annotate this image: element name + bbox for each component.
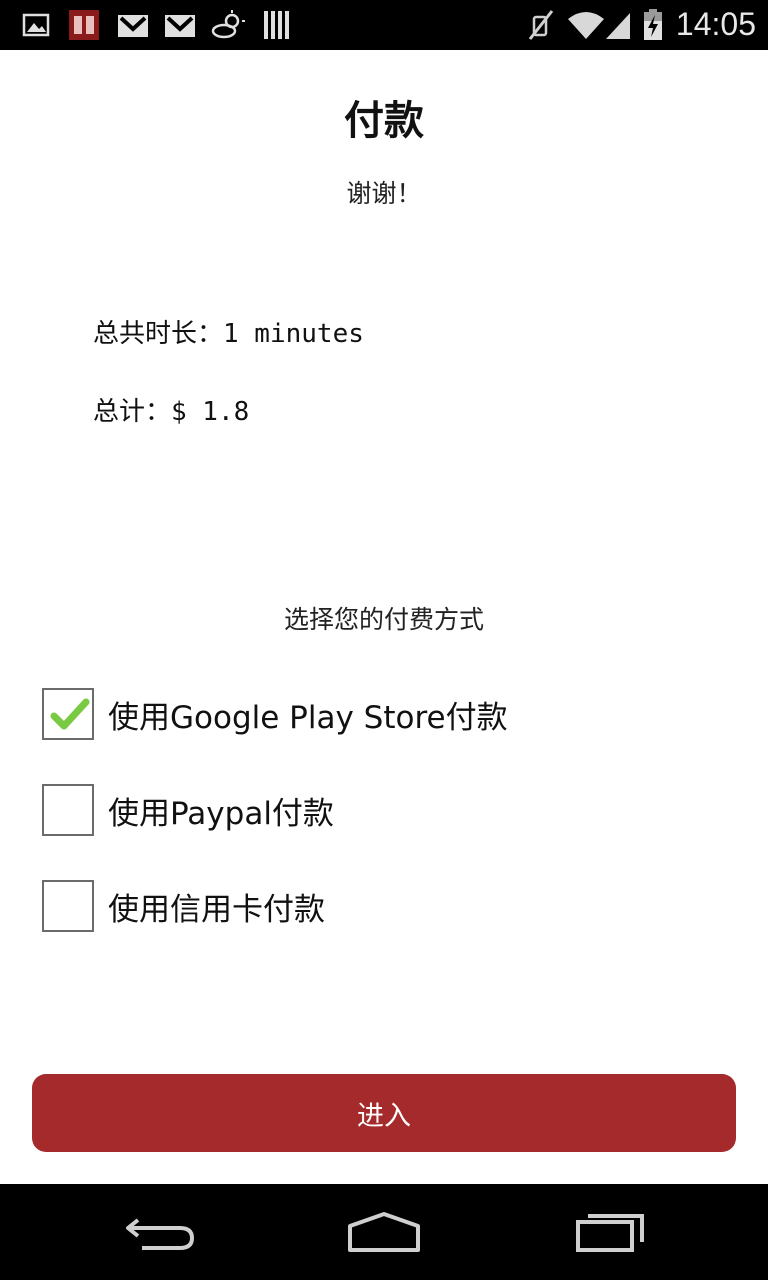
google-play-checkbox[interactable] [42, 688, 94, 740]
battery-charging-icon [644, 9, 662, 40]
weather-icon [211, 10, 245, 39]
gmail-icon [165, 15, 195, 37]
mute-icon [528, 10, 554, 40]
enter-button[interactable]: 进入 [32, 1074, 736, 1152]
wifi-icon [568, 12, 604, 39]
signal-icon [606, 13, 630, 39]
image-icon [22, 13, 50, 37]
credit-card-label: 使用信用卡付款 [108, 891, 325, 928]
status-time: 14:05 [675, 6, 756, 42]
thanks-text: 谢谢！ [346, 179, 422, 208]
gmail-icon [118, 15, 148, 37]
barcode-icon [264, 11, 289, 39]
paypal-checkbox[interactable] [42, 784, 94, 836]
recents-icon[interactable] [574, 1208, 646, 1256]
home-icon[interactable] [346, 1208, 422, 1256]
status-bar: 14:05 [0, 0, 768, 50]
duration-text: 总共时长：1 minutes [93, 319, 364, 349]
total-text: 总计：$ 1.8 [93, 397, 250, 427]
back-icon[interactable] [124, 1208, 196, 1256]
page-title: 付款 [344, 98, 424, 144]
paypal-label: 使用Paypal付款 [108, 795, 334, 832]
payment-option-google-play[interactable]: 使用Google Play Store付款 [42, 685, 682, 743]
checkmark-icon [50, 698, 90, 730]
navigation-bar [0, 1184, 768, 1280]
credit-card-checkbox[interactable] [42, 880, 94, 932]
app-icon [69, 10, 99, 40]
payment-option-credit-card[interactable]: 使用信用卡付款 [42, 877, 682, 935]
enter-button-label: 进入 [357, 1100, 411, 1132]
google-play-label: 使用Google Play Store付款 [108, 699, 508, 736]
payment-method-label: 选择您的付费方式 [283, 605, 484, 634]
payment-option-paypal[interactable]: 使用Paypal付款 [42, 781, 682, 839]
